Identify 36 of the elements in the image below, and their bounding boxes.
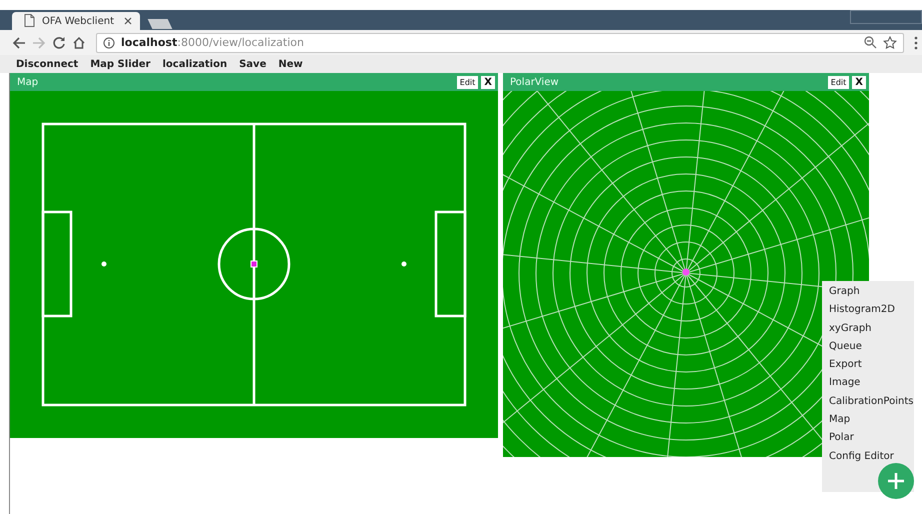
- new-tab-button[interactable]: [148, 19, 172, 29]
- panel-title: PolarView: [510, 76, 559, 88]
- close-button[interactable]: X: [852, 76, 866, 88]
- close-icon[interactable]: [124, 17, 132, 25]
- menu-item[interactable]: CalibrationPoints: [822, 392, 914, 412]
- back-icon[interactable]: [12, 36, 26, 50]
- url-text: localhost:8000/view/localization: [121, 36, 304, 49]
- menu-item[interactable]: Save: [239, 58, 266, 70]
- menu-item[interactable]: Disconnect: [16, 58, 78, 70]
- star-icon[interactable]: [883, 36, 897, 50]
- menu-item[interactable]: Config Editor: [822, 448, 914, 466]
- close-button[interactable]: X: [481, 76, 495, 88]
- document-icon: [24, 14, 35, 28]
- menu-item[interactable]: Polar: [822, 429, 914, 448]
- menu-item[interactable]: Map: [822, 411, 914, 430]
- add-button[interactable]: [878, 463, 914, 499]
- menu-item[interactable]: Queue: [822, 338, 914, 356]
- menu-item[interactable]: Map Slider: [90, 58, 150, 70]
- menu-item[interactable]: Export: [822, 356, 914, 374]
- menu-item[interactable]: Image: [822, 374, 914, 393]
- browser-tab[interactable]: OFA Webclient: [12, 12, 140, 30]
- info-icon[interactable]: [103, 36, 115, 48]
- reload-icon[interactable]: [52, 36, 66, 50]
- menu-item[interactable]: localization: [162, 58, 228, 70]
- address-bar[interactable]: localhost:8000/view/localization: [96, 32, 904, 52]
- edit-button[interactable]: Edit: [828, 76, 850, 88]
- menu-item[interactable]: New: [278, 58, 303, 70]
- zoom-icon[interactable]: [864, 36, 877, 49]
- menu-icon[interactable]: [914, 36, 918, 50]
- tab-title: OFA Webclient: [42, 16, 115, 26]
- menu-item[interactable]: Graph: [822, 283, 914, 302]
- menu-item[interactable]: Histogram2D: [822, 301, 914, 320]
- edit-button[interactable]: Edit: [456, 76, 478, 88]
- menu-item[interactable]: xyGraph: [822, 320, 914, 338]
- home-icon[interactable]: [72, 36, 86, 50]
- panel-title: Map: [17, 76, 38, 88]
